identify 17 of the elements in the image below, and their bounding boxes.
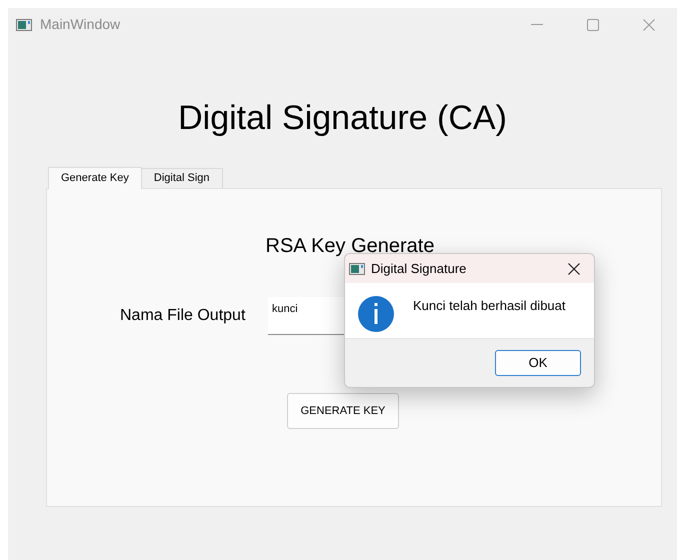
ok-button[interactable]: OK (495, 350, 581, 376)
app-heading: Digital Signature (CA) (178, 98, 507, 139)
close-icon (568, 262, 580, 274)
generate-key-button[interactable]: GENERATE KEY (287, 393, 399, 429)
panel-title: RSA Key Generate (266, 234, 434, 259)
tab[interactable]: Generate Key (48, 167, 142, 189)
tab[interactable]: Digital Sign (142, 168, 223, 188)
dialog-message: Kunci telah berhasil dibuat (413, 297, 566, 315)
field-label: Nama File Output (120, 306, 246, 326)
app-icon (349, 262, 365, 274)
maximize-icon (587, 18, 599, 30)
info-icon (357, 295, 395, 333)
dialog-title: Digital Signature (371, 260, 466, 278)
close-icon (643, 18, 655, 30)
app-icon (16, 18, 32, 30)
minimize-icon (531, 24, 543, 26)
window-title: MainWindow (40, 15, 120, 34)
